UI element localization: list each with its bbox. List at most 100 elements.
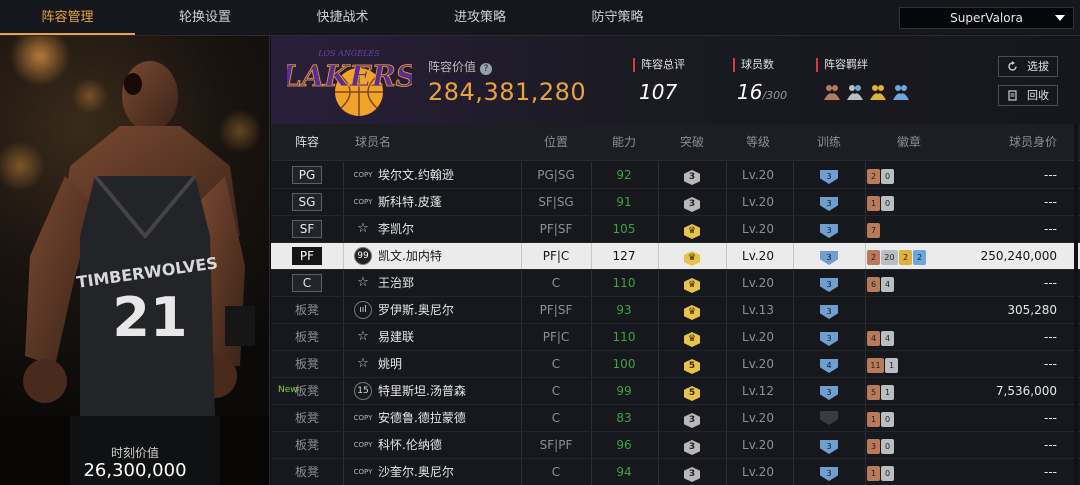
training-cell[interactable]: 3 [793,297,865,323]
training-cell[interactable]: 3 [793,189,865,215]
player-level: Lv.12 [742,384,774,398]
breakthrough-cell[interactable]: ♛ [659,297,725,323]
breakthrough-cell[interactable]: 3 [659,162,725,188]
table-row[interactable]: 板凳 ☆ 易建联 PF|C 110 ♛ Lv.20 3 4 4 --- [271,324,1080,351]
player-name[interactable]: 王治郅 [378,270,538,296]
rarity-ring-icon: 15 [354,382,372,400]
table-row[interactable]: PG COPY 埃尔文.约翰逊 PG|SG 92 3 Lv.20 3 2 0 --- [271,162,1080,189]
training-shield-icon: 3 [820,305,838,319]
lineup-slot[interactable]: C [271,270,343,296]
header-player-name[interactable]: 球员名 [355,124,391,161]
breakthrough-cell[interactable]: ♛ [659,216,725,242]
column-divider [591,162,592,188]
player-name[interactable]: 沙奎尔.奥尼尔 [378,459,538,485]
lineup-slot[interactable]: PG [271,162,343,188]
lineup-slot[interactable]: 板凳 [271,351,343,377]
training-cell[interactable] [793,405,865,431]
recycle-button[interactable]: 回收 [998,85,1058,106]
tab-lineup-management[interactable]: 阵容管理 [0,0,135,35]
table-row[interactable]: 板凳 COPY 科怀.伦纳德 SF|PF 96 3 Lv.20 3 3 0 --- [271,432,1080,459]
header-position[interactable]: 位置 [521,124,591,161]
breakthrough-cell[interactable]: 5 [659,378,725,404]
scrollbar[interactable] [1074,124,1078,485]
header-player-worth[interactable]: 球员身价 [931,124,1057,161]
breakthrough-cell[interactable]: 3 [659,432,725,458]
training-cell[interactable]: 3 [793,216,865,242]
tab-defense-strategy[interactable]: 防守策略 [550,0,685,35]
bond-bronze-icon[interactable] [822,82,842,102]
training-shield-icon: 4 [820,359,838,373]
training-cell[interactable]: 4 [793,351,865,377]
account-dropdown[interactable]: SuperValora [899,7,1074,29]
bond-gold-icon[interactable] [868,82,888,102]
training-cell[interactable]: 3 [793,243,865,269]
breakthrough-cell[interactable]: 5 [659,351,725,377]
player-name[interactable]: 凯文.加内特 [378,243,538,269]
breakthrough-cell[interactable]: ♛ [659,243,725,269]
table-row[interactable]: 板凳 ııl 罗伊斯.奥尼尔 PF|SF 93 ♛ Lv.13 3 305,280 [271,297,1080,324]
breakthrough-cell[interactable]: ♛ [659,324,725,350]
player-name[interactable]: 姚明 [378,351,538,377]
training-cell[interactable]: 3 [793,270,865,296]
player-name[interactable]: 易建联 [378,324,538,350]
player-name[interactable]: 科怀.伦纳德 [378,432,538,458]
player-ability: 92 [616,168,632,182]
training-shield-icon: 3 [820,170,838,184]
player-level: Lv.20 [742,465,774,479]
lineup-slot[interactable]: 板凳 [271,459,343,485]
lineup-slot[interactable]: PF [271,243,343,269]
breakthrough-cell[interactable]: 3 [659,459,725,485]
training-cell[interactable]: 3 [793,378,865,404]
lineup-slot[interactable]: 板凳 [271,324,343,350]
lineup-slot[interactable]: 板凳 [271,432,343,458]
player-ability: 105 [612,222,636,236]
bond-silver-icon[interactable] [845,82,865,102]
account-name: SuperValora [950,11,1023,25]
header-lineup[interactable]: 阵容 [271,124,343,161]
select-button[interactable]: 选拔 [998,56,1058,77]
table-row[interactable]: 板凳 ☆ 姚明 C 100 5 Lv.20 4 11 1 --- [271,351,1080,378]
training-cell[interactable]: 3 [793,459,865,485]
player-name[interactable]: 特里斯坦.汤普森 [378,378,538,404]
player-count: 16/300 [737,80,788,104]
player-name[interactable]: 李凯尔 [378,216,538,242]
training-cell[interactable]: 3 [793,324,865,350]
table-row[interactable]: PF 99 凯文.加内特 PF|C 127 ♛ Lv.20 3 2 20 2 2 250,240,000 [271,243,1080,270]
badge-bronze-icon: 11 [867,358,884,373]
breakthrough-cell[interactable]: ♛ [659,270,725,296]
badge-silver-icon: 0 [881,439,894,454]
player-name[interactable]: 安德鲁.德拉蒙德 [378,405,538,431]
table-row[interactable]: SG COPY 斯科特.皮蓬 SF|SG 91 3 Lv.20 3 1 0 --- [271,189,1080,216]
crown-icon: ♛ [684,332,700,347]
lineup-slot[interactable]: SG [271,189,343,215]
player-level: Lv.20 [742,438,774,452]
column-divider [591,459,592,485]
player-name[interactable]: 罗伊斯.奥尼尔 [378,297,538,323]
tab-quick-tactics[interactable]: 快捷战术 [275,0,410,35]
table-row[interactable]: 板凳 COPY 安德鲁.德拉蒙德 C 83 3 Lv.20 1 0 --- [271,405,1080,432]
breakthrough-cell[interactable]: 3 [659,189,725,215]
player-position: C [551,357,561,371]
header-training[interactable]: 训练 [793,124,865,161]
training-cell[interactable]: 3 [793,432,865,458]
help-icon[interactable]: ? [480,63,493,75]
table-row[interactable]: C ☆ 王治郅 C 110 ♛ Lv.20 3 6 4 --- [271,270,1080,297]
lineup-slot[interactable]: 板凳 [271,297,343,323]
tab-rotation-settings[interactable]: 轮换设置 [135,0,275,35]
training-cell[interactable]: 3 [793,162,865,188]
breakthrough-cell[interactable]: 3 [659,405,725,431]
table-row[interactable]: 板凳 New 15 特里斯坦.汤普森 C 99 5 Lv.12 3 5 1 7,536,000 [271,378,1080,405]
column-divider [591,378,592,404]
header-level[interactable]: 等级 [729,124,787,161]
lineup-slot[interactable]: SF [271,216,343,242]
lineup-slot[interactable]: 板凳 [271,405,343,431]
player-name[interactable]: 斯科特.皮蓬 [378,189,538,215]
table-row[interactable]: SF ☆ 李凯尔 PF|SF 105 ♛ Lv.20 3 7 --- [271,216,1080,243]
column-divider [726,189,727,215]
header-breakthrough[interactable]: 突破 [659,124,725,161]
tab-offense-strategy[interactable]: 进攻策略 [410,0,550,35]
header-ability[interactable]: 能力 [593,124,655,161]
table-row[interactable]: 板凳 COPY 沙奎尔.奥尼尔 C 94 3 Lv.20 3 1 0 --- [271,459,1080,485]
player-name[interactable]: 埃尔文.约翰逊 [378,162,538,188]
bond-blue-icon[interactable] [891,82,911,102]
